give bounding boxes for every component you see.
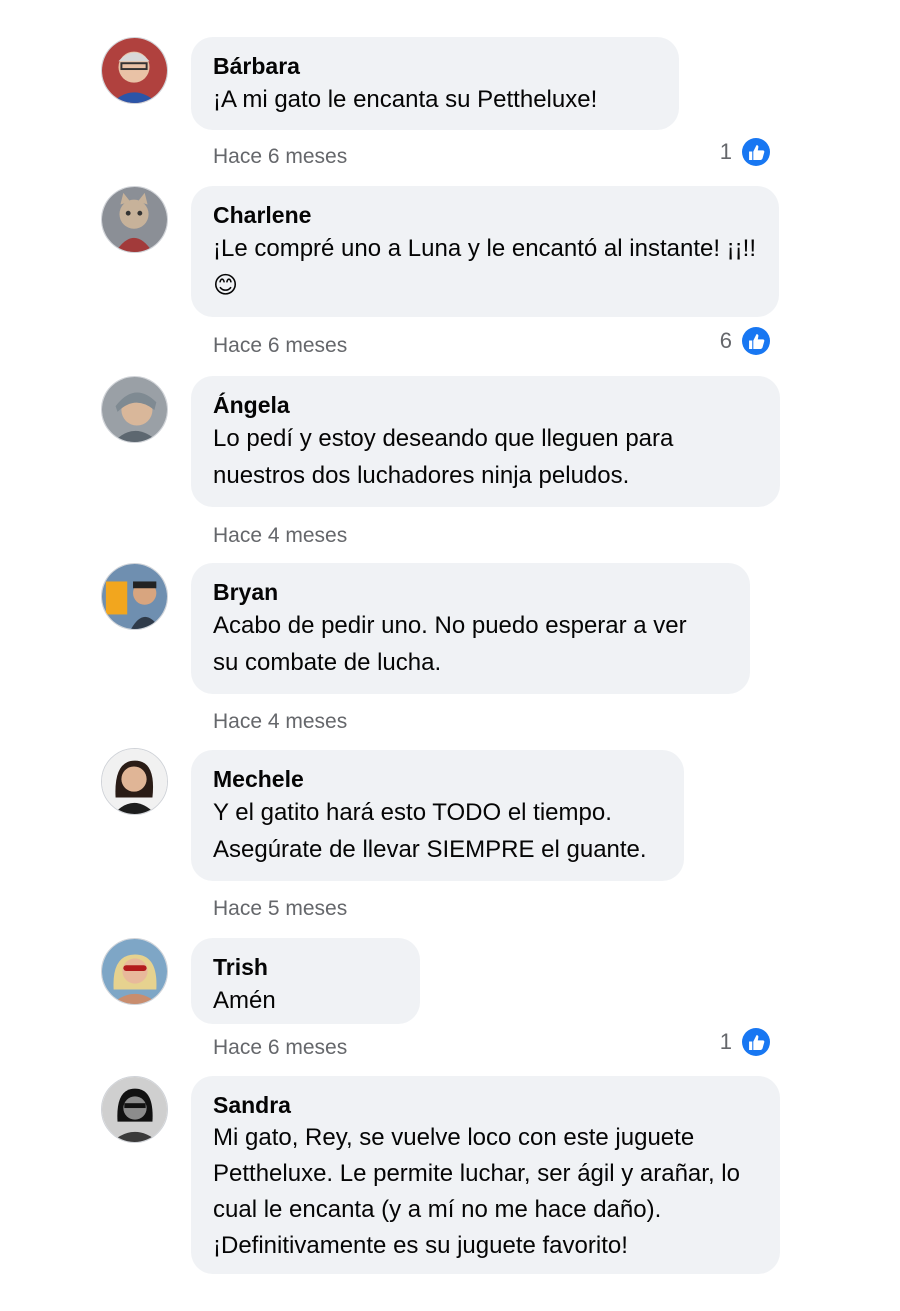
avatar[interactable]	[101, 938, 168, 1005]
comment-text: Acabo de pedir uno. No puedo esperar a v…	[213, 612, 687, 676]
comment-text: Y el gatito hará esto TODO el tiempo. As…	[213, 799, 647, 863]
comment-bubble: Ángela Lo pedí y estoy deseando que lleg…	[191, 376, 780, 507]
comment-bubble: Trish Amén	[191, 938, 420, 1024]
avatar[interactable]	[101, 563, 168, 630]
avatar[interactable]	[101, 37, 168, 104]
comment-time[interactable]: Hace 6 meses	[213, 1036, 347, 1060]
avatar[interactable]	[101, 186, 168, 253]
comment-text: ¡A mi gato le encanta su Pettheluxe!	[213, 86, 598, 113]
comment-bubble: Mechele Y el gatito hará esto TODO el ti…	[191, 750, 684, 881]
comment-text: Mi gato, Rey, se vuelve loco con este ju…	[213, 1124, 740, 1259]
thumbs-up-icon	[742, 1028, 770, 1056]
comment-author[interactable]: Trish	[213, 952, 398, 982]
comment-bubble: Bárbara ¡A mi gato le encanta su Petthel…	[191, 37, 679, 130]
comment-author[interactable]: Ángela	[213, 390, 758, 420]
comment-text: Lo pedí y estoy deseando que lleguen par…	[213, 425, 674, 489]
reaction-count[interactable]: 6	[720, 327, 770, 355]
comment-time[interactable]: Hace 6 meses	[213, 145, 347, 169]
comment-author[interactable]: Bryan	[213, 577, 728, 607]
comment-author[interactable]: Sandra	[213, 1090, 758, 1120]
comment-bubble: Charlene ¡Le compré uno a Luna y le enca…	[191, 186, 779, 317]
avatar[interactable]	[101, 1076, 168, 1143]
like-count: 1	[719, 1029, 732, 1054]
comment-author[interactable]: Charlene	[213, 200, 757, 230]
reaction-count[interactable]: 1	[720, 1028, 770, 1056]
avatar[interactable]	[101, 748, 168, 815]
comment-text: ¡Le compré uno a Luna y le encantó al in…	[213, 235, 756, 299]
thumbs-up-icon	[742, 327, 770, 355]
comment-time[interactable]: Hace 4 meses	[213, 524, 347, 548]
comment-text: Amén	[213, 987, 276, 1014]
comment-time[interactable]: Hace 4 meses	[213, 710, 347, 734]
like-count: 1	[719, 139, 732, 164]
reaction-count[interactable]: 1	[720, 138, 770, 166]
avatar[interactable]	[101, 376, 168, 443]
comment-time[interactable]: Hace 5 meses	[213, 897, 347, 921]
thumbs-up-icon	[742, 138, 770, 166]
comment-bubble: Sandra Mi gato, Rey, se vuelve loco con …	[191, 1076, 780, 1274]
comment-author[interactable]: Mechele	[213, 764, 662, 794]
comment-time[interactable]: Hace 6 meses	[213, 334, 347, 358]
comment-author[interactable]: Bárbara	[213, 51, 657, 81]
like-count: 6	[719, 328, 732, 353]
comment-bubble: Bryan Acabo de pedir uno. No puedo esper…	[191, 563, 750, 694]
